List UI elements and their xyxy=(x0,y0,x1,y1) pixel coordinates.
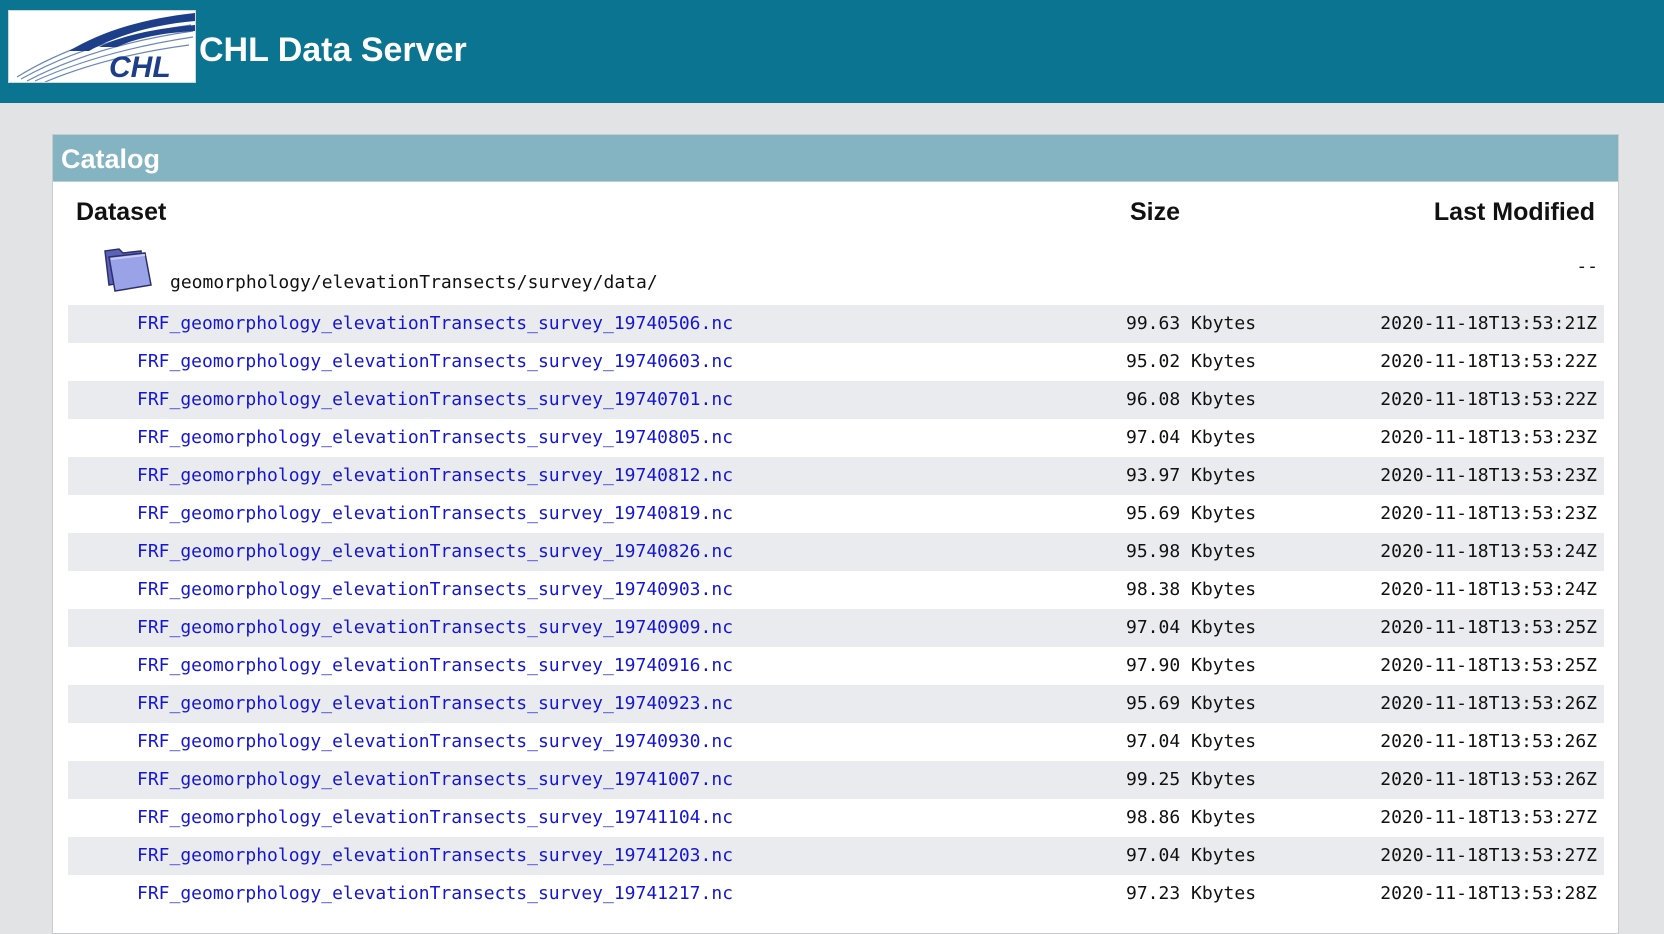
dataset-last-modified: 2020-11-18T13:53:21Z xyxy=(1380,313,1597,334)
table-row: FRF_geomorphology_elevationTransects_sur… xyxy=(68,647,1604,685)
dataset-link[interactable]: FRF_geomorphology_elevationTransects_sur… xyxy=(137,761,733,799)
dataset-last-modified: 2020-11-18T13:53:27Z xyxy=(1380,807,1597,828)
column-header-last-modified: Last Modified xyxy=(1433,198,1595,226)
dataset-link[interactable]: FRF_geomorphology_elevationTransects_sur… xyxy=(137,457,733,495)
catalog-header: Catalog xyxy=(53,135,1618,182)
dataset-last-modified: 2020-11-18T13:53:23Z xyxy=(1380,427,1597,448)
dataset-size: 95.02 Kbytes xyxy=(1126,351,1257,372)
dataset-link[interactable]: FRF_geomorphology_elevationTransects_sur… xyxy=(137,609,733,647)
table-row: FRF_geomorphology_elevationTransects_sur… xyxy=(68,495,1604,533)
dataset-size: 99.63 Kbytes xyxy=(1126,313,1257,334)
table-row: FRF_geomorphology_elevationTransects_sur… xyxy=(68,381,1604,419)
dataset-last-modified: 2020-11-18T13:53:26Z xyxy=(1380,731,1597,752)
catalog-title: Catalog xyxy=(61,144,161,174)
dataset-link[interactable]: FRF_geomorphology_elevationTransects_sur… xyxy=(137,495,733,533)
chl-logo[interactable]: CHL xyxy=(8,10,196,83)
folder-row: geomorphology/elevationTransects/survey/… xyxy=(68,245,1604,293)
dataset-size: 95.69 Kbytes xyxy=(1126,503,1257,524)
table-row: FRF_geomorphology_elevationTransects_sur… xyxy=(68,685,1604,723)
dataset-size: 93.97 Kbytes xyxy=(1126,465,1257,486)
chl-logo-graphic: CHL xyxy=(16,13,195,83)
dataset-last-modified: 2020-11-18T13:53:27Z xyxy=(1380,845,1597,866)
dataset-link[interactable]: FRF_geomorphology_elevationTransects_sur… xyxy=(137,647,733,685)
dataset-link[interactable]: FRF_geomorphology_elevationTransects_sur… xyxy=(137,343,733,381)
dataset-link[interactable]: FRF_geomorphology_elevationTransects_sur… xyxy=(137,381,733,419)
dataset-last-modified: 2020-11-18T13:53:23Z xyxy=(1380,503,1597,524)
table-row: FRF_geomorphology_elevationTransects_sur… xyxy=(68,571,1604,609)
dataset-last-modified: 2020-11-18T13:53:22Z xyxy=(1380,351,1597,372)
dataset-size: 97.04 Kbytes xyxy=(1126,845,1257,866)
site-header: CHL CHL Data Server xyxy=(0,0,1664,103)
dataset-last-modified: 2020-11-18T13:53:28Z xyxy=(1380,883,1597,904)
dataset-size: 98.38 Kbytes xyxy=(1126,579,1257,600)
dataset-link[interactable]: FRF_geomorphology_elevationTransects_sur… xyxy=(137,875,733,913)
table-row: FRF_geomorphology_elevationTransects_sur… xyxy=(68,723,1604,761)
dataset-size: 98.86 Kbytes xyxy=(1126,807,1257,828)
table-row: FRF_geomorphology_elevationTransects_sur… xyxy=(68,609,1604,647)
dataset-link[interactable]: FRF_geomorphology_elevationTransects_sur… xyxy=(137,723,733,761)
dataset-link[interactable]: FRF_geomorphology_elevationTransects_sur… xyxy=(137,533,733,571)
table-row: FRF_geomorphology_elevationTransects_sur… xyxy=(68,837,1604,875)
dataset-size: 97.04 Kbytes xyxy=(1126,427,1257,448)
dataset-last-modified: 2020-11-18T13:53:26Z xyxy=(1380,693,1597,714)
dataset-size: 95.69 Kbytes xyxy=(1126,693,1257,714)
dataset-last-modified: 2020-11-18T13:53:24Z xyxy=(1380,579,1597,600)
dataset-size: 97.23 Kbytes xyxy=(1126,883,1257,904)
table-row: FRF_geomorphology_elevationTransects_sur… xyxy=(68,875,1604,913)
column-header-size: Size xyxy=(1130,198,1181,226)
table-row: FRF_geomorphology_elevationTransects_sur… xyxy=(68,533,1604,571)
dataset-size: 97.04 Kbytes xyxy=(1126,617,1257,638)
dataset-link[interactable]: FRF_geomorphology_elevationTransects_sur… xyxy=(137,685,733,723)
folder-icon xyxy=(104,248,152,292)
column-header-dataset: Dataset xyxy=(76,198,167,226)
dataset-table: FRF_geomorphology_elevationTransects_sur… xyxy=(68,305,1604,913)
dataset-last-modified: 2020-11-18T13:53:24Z xyxy=(1380,541,1597,562)
dataset-size: 97.04 Kbytes xyxy=(1126,731,1257,752)
table-row: FRF_geomorphology_elevationTransects_sur… xyxy=(68,457,1604,495)
dataset-last-modified: 2020-11-18T13:53:25Z xyxy=(1380,655,1597,676)
dataset-last-modified: 2020-11-18T13:53:23Z xyxy=(1380,465,1597,486)
catalog-panel: Catalog Dataset Size Last Modified geomo… xyxy=(52,134,1619,934)
table-row: FRF_geomorphology_elevationTransects_sur… xyxy=(68,799,1604,837)
table-row: FRF_geomorphology_elevationTransects_sur… xyxy=(68,305,1604,343)
dataset-last-modified: 2020-11-18T13:53:22Z xyxy=(1380,389,1597,410)
dataset-link[interactable]: FRF_geomorphology_elevationTransects_sur… xyxy=(137,305,733,343)
dataset-link[interactable]: FRF_geomorphology_elevationTransects_sur… xyxy=(137,571,733,609)
table-row: FRF_geomorphology_elevationTransects_sur… xyxy=(68,761,1604,799)
table-row: FRF_geomorphology_elevationTransects_sur… xyxy=(68,419,1604,457)
dataset-size: 97.90 Kbytes xyxy=(1126,655,1257,676)
table-row: FRF_geomorphology_elevationTransects_sur… xyxy=(68,343,1604,381)
folder-last-modified: -- xyxy=(1576,256,1598,277)
logo-text: CHL xyxy=(109,51,171,83)
dataset-last-modified: 2020-11-18T13:53:25Z xyxy=(1380,617,1597,638)
dataset-size: 95.98 Kbytes xyxy=(1126,541,1257,562)
dataset-link[interactable]: FRF_geomorphology_elevationTransects_sur… xyxy=(137,837,733,875)
site-title: CHL Data Server xyxy=(199,31,467,69)
dataset-size: 99.25 Kbytes xyxy=(1126,769,1257,790)
folder-path: geomorphology/elevationTransects/survey/… xyxy=(170,272,658,293)
dataset-link[interactable]: FRF_geomorphology_elevationTransects_sur… xyxy=(137,799,733,837)
dataset-size: 96.08 Kbytes xyxy=(1126,389,1257,410)
dataset-last-modified: 2020-11-18T13:53:26Z xyxy=(1380,769,1597,790)
dataset-link[interactable]: FRF_geomorphology_elevationTransects_sur… xyxy=(137,419,733,457)
